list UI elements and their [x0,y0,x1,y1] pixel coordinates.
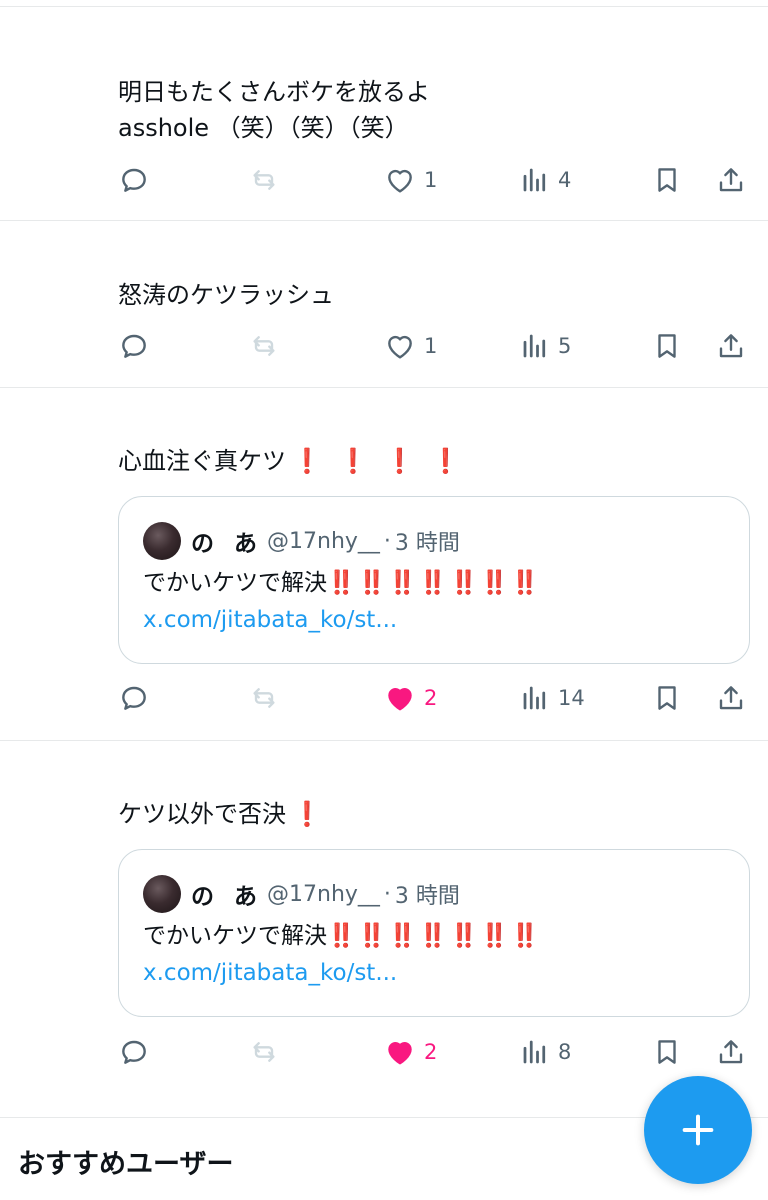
quoted-tweet-text: でかいケツで解決‼️‼️‼️‼️‼️‼️‼️ [143,565,541,601]
quoted-user-name: の あ [191,884,264,910]
like-icon [388,169,412,193]
retweet-icon [253,170,275,190]
plus-icon [682,1114,714,1146]
exclamation-emoji: ❗ [292,800,326,828]
reply-icon [122,168,146,192]
double-exclamation-emoji: ‼️‼️‼️‼️‼️‼️‼️ [327,923,542,949]
reply-icon [122,686,146,710]
share-icon [719,168,743,192]
tweet-text-body: ケツ以外で否決 [118,800,286,828]
tweet-actions: 1 5 [118,324,758,368]
reply-icon [122,1040,146,1064]
share-button[interactable] [716,676,746,720]
views-icon [523,1040,546,1064]
separator-dot: · [383,528,391,554]
retweet-icon [253,336,275,356]
quoted-tweet[interactable]: の あ @17nhy__ · 3 時間 でかいケツで解決‼️‼️‼️‼️‼️‼️… [118,849,750,1017]
retweet-button[interactable] [248,158,280,202]
views-button[interactable]: 5 [520,324,571,368]
bookmark-icon [658,334,676,358]
like-icon [388,335,412,359]
quoted-tweet[interactable]: の あ @17nhy__ · 3 時間 でかいケツで解決‼️‼️‼️‼️‼️‼️… [118,496,750,664]
like-count: 1 [424,334,438,358]
views-icon [523,334,546,358]
quoted-user-name: の あ [191,531,264,557]
tweet-3[interactable]: 心血注ぐ真ケツ ❗ ❗ ❗ ❗ の あ @17nhy__ · 3 時間 でかいケツ… [0,388,768,740]
like-count: 2 [424,686,438,710]
retweet-icon [253,1042,275,1062]
like-button[interactable]: 1 [384,324,437,368]
bookmark-button[interactable] [652,1030,682,1074]
bookmark-icon [658,168,676,192]
share-icon [719,686,743,710]
share-icon [719,1040,743,1064]
tweet-4[interactable]: ケツ以外で否決 ❗ の あ @17nhy__ · 3 時間 でかいケツで解決‼️‼… [0,741,768,1116]
quoted-text-body: でかいケツで解決 [143,923,327,949]
views-button[interactable]: 8 [520,1030,571,1074]
bookmark-button[interactable] [652,676,682,720]
views-count: 14 [558,686,585,710]
views-button[interactable]: 4 [520,158,571,202]
quoted-timestamp: 3 時間 [394,884,460,909]
retweet-button[interactable] [248,1030,280,1074]
quoted-user-handle: @17nhy__ [267,528,380,554]
share-button[interactable] [716,158,746,202]
tweet-actions: 1 4 [118,158,758,202]
tweet-2[interactable]: 怒涛のケツラッシュ 1 5 [0,221,768,387]
like-icon [388,1042,412,1065]
tweet-text: 明日もたくさんボケを放るよ asshole （笑）（笑）（笑） [118,78,430,142]
share-button[interactable] [716,324,746,368]
share-button[interactable] [716,1030,746,1074]
tweet-actions: 2 14 [118,676,758,720]
views-icon [523,686,546,710]
like-count: 2 [424,1040,438,1064]
bookmark-button[interactable] [652,158,682,202]
like-button[interactable]: 2 [384,676,437,720]
bookmark-button[interactable] [652,324,682,368]
reply-icon [122,334,146,358]
tweet-text: 怒涛のケツラッシュ [118,281,334,309]
quoted-timestamp: 3 時間 [394,531,460,556]
separator-dot: · [383,881,391,907]
views-icon [523,168,546,192]
avatar[interactable] [143,875,181,913]
recommended-users-heading: おすすめユーザー [18,1149,234,1180]
double-exclamation-emoji: ‼️‼️‼️‼️‼️‼️‼️ [327,570,542,596]
tweet-1[interactable]: 明日もたくさんボケを放るよ asshole （笑）（笑）（笑） 1 4 [0,0,768,220]
like-button[interactable]: 1 [384,158,437,202]
exclamation-emoji: ❗ ❗ ❗ ❗ [292,447,465,475]
views-button[interactable]: 14 [520,676,585,720]
reply-button[interactable] [118,324,150,368]
reply-button[interactable] [118,158,150,202]
quoted-tweet-header: の あ @17nhy__ · 3 時間 [143,521,460,561]
tweet-text: ケツ以外で否決 ❗ [118,796,326,832]
retweet-icon [253,688,275,708]
like-icon [388,688,412,711]
quoted-tweet-text: でかいケツで解決‼️‼️‼️‼️‼️‼️‼️ [143,918,541,954]
like-count: 1 [424,168,438,192]
avatar[interactable] [143,522,181,560]
reply-button[interactable] [118,1030,150,1074]
tweet-text: 心血注ぐ真ケツ ❗ ❗ ❗ ❗ [118,443,465,479]
tweet-text-body: 心血注ぐ真ケツ [118,447,286,475]
share-icon [719,334,743,358]
views-count: 4 [558,168,572,192]
views-count: 5 [558,334,572,358]
bookmark-icon [658,686,676,710]
quoted-user-handle: @17nhy__ [267,881,380,907]
bookmark-icon [658,1040,676,1064]
retweet-button[interactable] [248,324,280,368]
retweet-button[interactable] [248,676,280,720]
quoted-tweet-header: の あ @17nhy__ · 3 時間 [143,874,460,914]
tweet-actions: 2 8 [118,1030,758,1074]
reply-button[interactable] [118,676,150,720]
quoted-text-body: でかいケツで解決 [143,570,327,596]
compose-button[interactable] [644,1076,752,1184]
quoted-tweet-link[interactable]: x.com/jitabata_ko/st... [143,960,397,986]
like-button[interactable]: 2 [384,1030,437,1074]
quoted-tweet-link[interactable]: x.com/jitabata_ko/st... [143,607,397,633]
views-count: 8 [558,1040,572,1064]
